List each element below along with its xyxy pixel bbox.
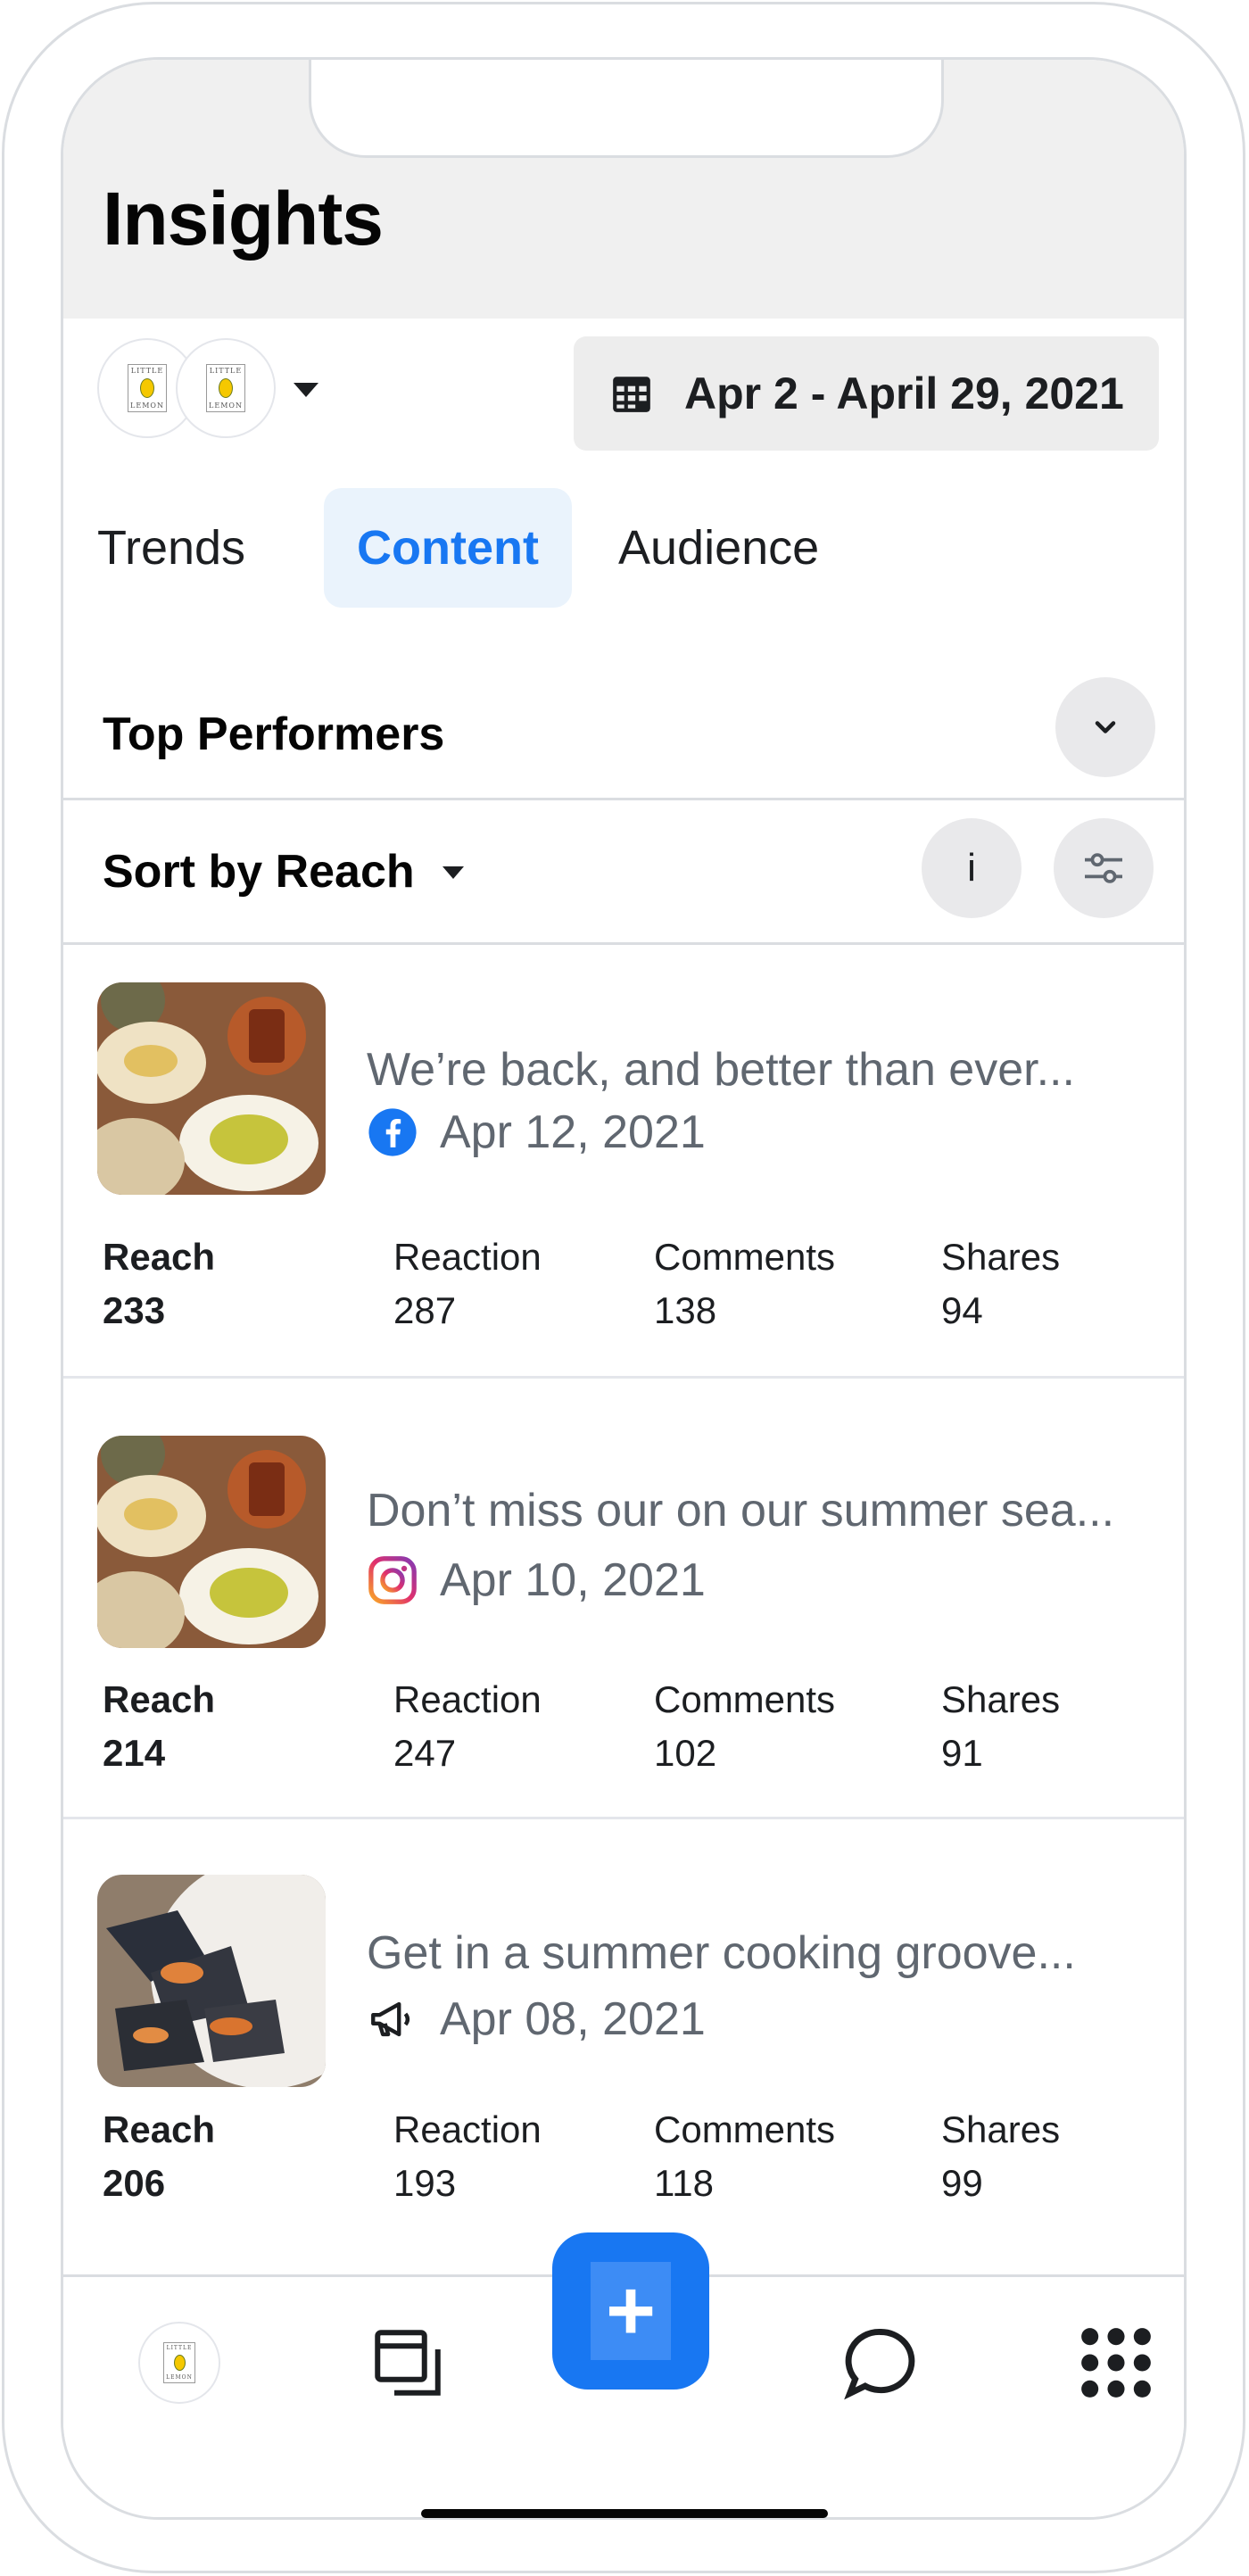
stat-value: 102 — [654, 1732, 717, 1774]
stat-value: 233 — [103, 1289, 166, 1331]
nav-menu[interactable] — [1066, 2313, 1166, 2413]
instagram-icon — [367, 1554, 418, 1606]
stat-value: 247 — [393, 1732, 457, 1774]
tab-content[interactable]: Content — [324, 488, 572, 608]
caret-down-icon[interactable] — [443, 866, 464, 879]
reaction-stat: Reaction 287 — [393, 1230, 542, 1338]
stat-label: Shares — [941, 1236, 1061, 1278]
logo-text-bottom: LEMON — [130, 402, 164, 410]
lemon-icon — [173, 2355, 186, 2371]
stat-label: Comments — [654, 1678, 836, 1720]
date-range-label: Apr 2 - April 29, 2021 — [684, 369, 1124, 418]
post-thumbnail — [97, 1436, 326, 1648]
post-date-row: Apr 10, 2021 — [367, 1553, 706, 1607]
insights-header: Insights — [63, 60, 1184, 319]
nav-messages[interactable] — [831, 2313, 931, 2413]
sliders-icon — [1085, 853, 1122, 883]
caret-down-icon[interactable] — [294, 383, 318, 397]
page-title: Insights — [103, 177, 384, 261]
section-title: Top Performers — [103, 708, 445, 760]
create-button[interactable]: + — [552, 2232, 709, 2390]
filter-button[interactable] — [1054, 818, 1154, 918]
date-range-button[interactable]: Apr 2 - April 29, 2021 — [574, 336, 1159, 451]
lemon-icon — [140, 378, 154, 398]
lemon-icon — [219, 378, 233, 398]
page-avatar-2: LITTLE LEMON — [176, 338, 276, 438]
stat-label: Reach — [103, 1236, 216, 1278]
nav-posts[interactable] — [358, 2313, 458, 2413]
reaction-stat: Reaction 193 — [393, 2103, 542, 2210]
stat-value: 99 — [941, 2162, 983, 2204]
shares-stat: Shares 99 — [941, 2103, 1060, 2210]
stat-label: Reaction — [393, 2108, 542, 2150]
post-text: We’re back, and better than ever... — [367, 1044, 1075, 1096]
stat-value: 118 — [654, 2162, 714, 2204]
comments-stat: Comments 138 — [654, 1230, 835, 1338]
plus-icon: + — [591, 2262, 671, 2360]
info-button[interactable]: i — [922, 818, 1022, 918]
logo-text-top: LITTLE — [166, 2345, 193, 2351]
post-thumbnail — [97, 1875, 326, 2087]
avatar: LITTLE LEMON — [138, 2322, 220, 2404]
megaphone-icon — [367, 1993, 418, 2045]
chevron-down-icon — [1095, 721, 1116, 733]
stat-value: 91 — [941, 1732, 983, 1774]
shares-stat: Shares 91 — [941, 1673, 1060, 1780]
stat-label: Reach — [103, 2108, 216, 2150]
tab-audience[interactable]: Audience — [618, 488, 819, 608]
reach-stat: Reach 206 — [103, 2103, 215, 2210]
stat-value: 138 — [654, 1289, 717, 1331]
stat-label: Comments — [654, 2108, 836, 2150]
logo-text-bottom: LEMON — [166, 2374, 193, 2381]
info-icon: i — [967, 846, 976, 890]
stat-value: 206 — [103, 2162, 166, 2204]
logo-text-top: LITTLE — [130, 367, 164, 375]
bottom-nav: LITTLE LEMON + — [63, 2232, 1184, 2517]
stat-value: 193 — [393, 2162, 457, 2204]
post-thumbnail — [97, 982, 326, 1195]
top-performers-row: Top Performers — [63, 667, 1184, 800]
stat-label: Reaction — [393, 1236, 542, 1278]
post-date: Apr 12, 2021 — [440, 1106, 706, 1158]
chat-bubble-icon — [844, 2329, 915, 2400]
comments-stat: Comments 118 — [654, 2103, 835, 2210]
list-item[interactable]: We’re back, and better than ever... Apr … — [63, 947, 1184, 1379]
post-text: Don’t miss our on our summer sea... — [367, 1485, 1115, 1536]
reaction-stat: Reaction 247 — [393, 1673, 542, 1780]
grid-menu-icon — [1081, 2328, 1151, 2398]
post-date-row: Apr 12, 2021 — [367, 1106, 706, 1159]
post-date: Apr 10, 2021 — [440, 1554, 706, 1606]
insights-tabs: Trends Content Audience — [63, 488, 1184, 613]
stat-label: Shares — [941, 2108, 1061, 2150]
list-item[interactable]: Get in a summer cooking groove... Apr 08… — [63, 1819, 1184, 2283]
device-notch — [309, 60, 944, 158]
home-indicator — [421, 2509, 828, 2518]
app-screen: Insights LITTLE LEMON LITTLE LEMON Apr 2… — [61, 57, 1187, 2520]
logo-text-top: LITTLE — [209, 367, 243, 375]
nav-page-avatar[interactable]: LITTLE LEMON — [129, 2313, 229, 2413]
comments-stat: Comments 102 — [654, 1673, 835, 1780]
logo-text-bottom: LEMON — [209, 402, 243, 410]
stat-value: 94 — [941, 1289, 983, 1331]
post-text: Get in a summer cooking groove... — [367, 1927, 1076, 1979]
list-item[interactable]: Don’t miss our on our summer sea... Apr … — [63, 1379, 1184, 1819]
stat-value: 287 — [393, 1289, 457, 1331]
posts-icon — [375, 2330, 441, 2396]
post-date-row: Apr 08, 2021 — [367, 1992, 706, 2046]
stat-value: 214 — [103, 1732, 166, 1774]
sort-dropdown[interactable]: Sort by Reach — [103, 845, 415, 899]
stat-label: Reach — [103, 1678, 216, 1720]
stat-label: Reaction — [393, 1678, 542, 1720]
reach-stat: Reach 214 — [103, 1673, 215, 1780]
collapse-button[interactable] — [1055, 677, 1155, 777]
sort-row: Sort by Reach i — [63, 800, 1184, 945]
reach-stat: Reach 233 — [103, 1230, 215, 1338]
tab-trends[interactable]: Trends — [97, 488, 245, 608]
stat-label: Comments — [654, 1236, 836, 1278]
calendar-icon — [613, 377, 650, 412]
stat-label: Shares — [941, 1678, 1061, 1720]
post-date: Apr 08, 2021 — [440, 1993, 706, 2045]
shares-stat: Shares 94 — [941, 1230, 1060, 1338]
facebook-icon — [367, 1106, 418, 1158]
